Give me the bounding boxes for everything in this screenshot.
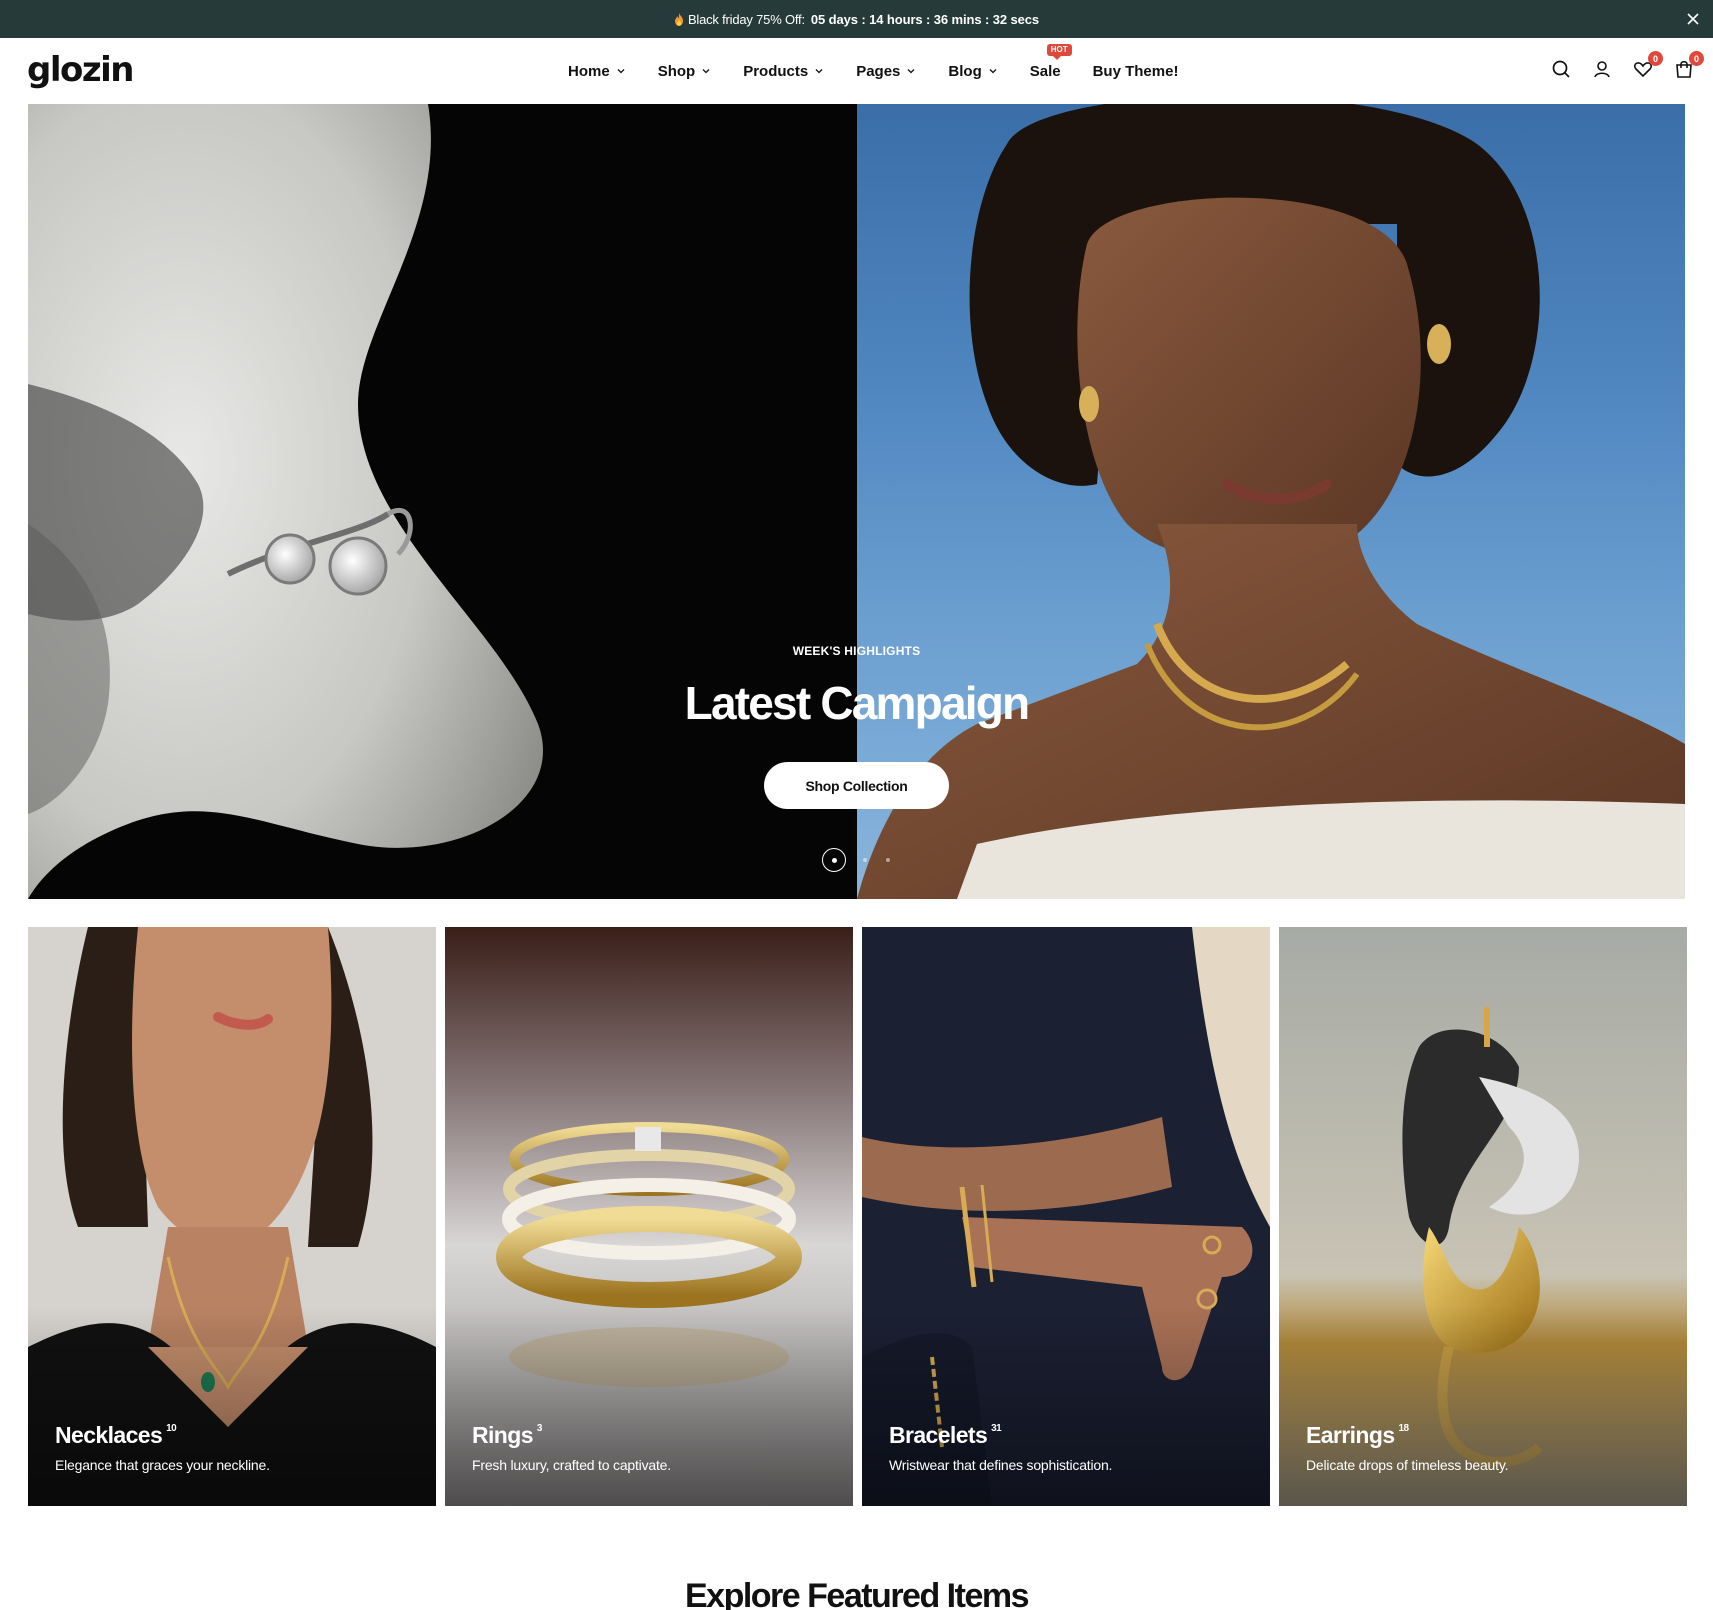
chevron-down-icon <box>989 69 997 74</box>
category-title: Rings 3 <box>472 1422 542 1449</box>
featured-section-title: Explore Featured Items <box>684 1577 1030 1610</box>
chevron-down-icon <box>815 69 823 74</box>
nav-item-products[interactable]: Products <box>743 63 824 80</box>
countdown-timer: 05 days : 14 hours : 36 mins : 32 secs <box>810 11 1040 27</box>
slide-dot-3[interactable] <box>886 858 890 862</box>
slide-dot-2[interactable] <box>863 858 867 862</box>
category-description: Elegance that graces your neckline. <box>55 1457 270 1473</box>
card-overlay <box>1279 1306 1687 1506</box>
category-count: 18 <box>1398 1423 1410 1434</box>
category-card-earrings[interactable]: Earrings 18 Delicate drops of timeless be… <box>1279 927 1687 1506</box>
search-button[interactable] <box>1550 58 1572 80</box>
flame-icon <box>674 12 683 26</box>
nav-item-label: Pages <box>856 62 901 80</box>
ring-hand-illustration <box>28 104 544 899</box>
nav-item-home[interactable]: Home <box>568 63 626 80</box>
card-overlay <box>862 1306 1270 1506</box>
category-description: Fresh luxury, crafted to captivate. <box>472 1457 671 1473</box>
site-header: glozin Home Shop Products Pages Blog HOT… <box>0 38 1713 104</box>
category-card-rings[interactable]: Rings 3 Fresh luxury, crafted to captivat… <box>445 927 853 1506</box>
close-icon[interactable] <box>1685 11 1701 27</box>
site-logo[interactable]: glozin <box>27 50 135 90</box>
chevron-down-icon <box>617 69 625 74</box>
main-nav: Home Shop Products Pages Blog HOT Sale B… <box>568 38 1178 104</box>
card-overlay <box>445 1306 853 1506</box>
category-card-bracelets[interactable]: Bracelets 31 Wristwear that defines sophi… <box>862 927 1270 1506</box>
category-name: Rings <box>472 1422 533 1448</box>
account-button[interactable] <box>1591 58 1613 80</box>
nav-item-label: Sale <box>1029 62 1061 80</box>
slider-pagination <box>822 848 909 872</box>
category-grid: Necklaces 10 Elegance that graces your ne… <box>28 927 1687 1506</box>
nav-item-label: Blog <box>948 62 982 80</box>
category-card-necklaces[interactable]: Necklaces 10 Elegance that graces your ne… <box>28 927 436 1506</box>
category-count: 3 <box>536 1423 543 1434</box>
nav-item-shop[interactable]: Shop <box>658 63 712 80</box>
category-description: Delicate drops of timeless beauty. <box>1306 1457 1509 1473</box>
search-icon <box>1552 60 1570 78</box>
wishlist-count: 0 <box>1648 51 1663 66</box>
shop-collection-button[interactable]: Shop Collection <box>764 762 949 809</box>
hero-slider: WEEK'S HIGHLIGHTS Latest Campaign Shop C… <box>28 104 1685 899</box>
category-count: 10 <box>166 1423 177 1434</box>
promo-text: Black friday 75% Off: <box>687 11 805 27</box>
slide-dot-1[interactable] <box>822 848 846 872</box>
category-name: Necklaces <box>55 1422 163 1448</box>
nav-item-label: Shop <box>657 62 696 80</box>
cart-button[interactable]: 0 <box>1673 51 1704 80</box>
header-actions: 0 0 <box>1531 51 1704 80</box>
nav-item-pages[interactable]: Pages <box>856 63 916 80</box>
wishlist-button[interactable]: 0 <box>1632 51 1663 80</box>
category-title: Bracelets 31 <box>889 1422 1002 1449</box>
category-title: Earrings 18 <box>1306 1422 1410 1449</box>
card-overlay <box>28 1306 436 1506</box>
nav-item-label: Buy Theme! <box>1092 62 1179 80</box>
cart-count: 0 <box>1689 51 1704 66</box>
hot-badge: HOT <box>1046 43 1072 60</box>
hero-image-model <box>857 104 1685 899</box>
category-name: Bracelets <box>889 1422 988 1448</box>
nav-item-label: Products <box>743 62 809 80</box>
category-name: Earrings <box>1306 1422 1395 1448</box>
model-illustration <box>857 104 1685 899</box>
category-count: 31 <box>991 1423 1002 1434</box>
category-description: Wristwear that defines sophistication. <box>889 1457 1113 1473</box>
hero-image-ring <box>28 104 857 899</box>
chevron-down-icon <box>907 69 915 74</box>
category-title: Necklaces 10 <box>55 1422 177 1449</box>
chevron-down-icon <box>702 69 710 74</box>
nav-item-buy-theme[interactable]: Buy Theme! <box>1093 63 1179 80</box>
nav-item-blog[interactable]: Blog <box>948 63 997 80</box>
announcement-bar: Black friday 75% Off: 05 days : 14 hours… <box>0 0 1713 38</box>
nav-item-label: Home <box>568 62 610 80</box>
user-icon <box>1594 61 1610 78</box>
nav-item-sale[interactable]: HOT Sale <box>1029 43 1072 80</box>
